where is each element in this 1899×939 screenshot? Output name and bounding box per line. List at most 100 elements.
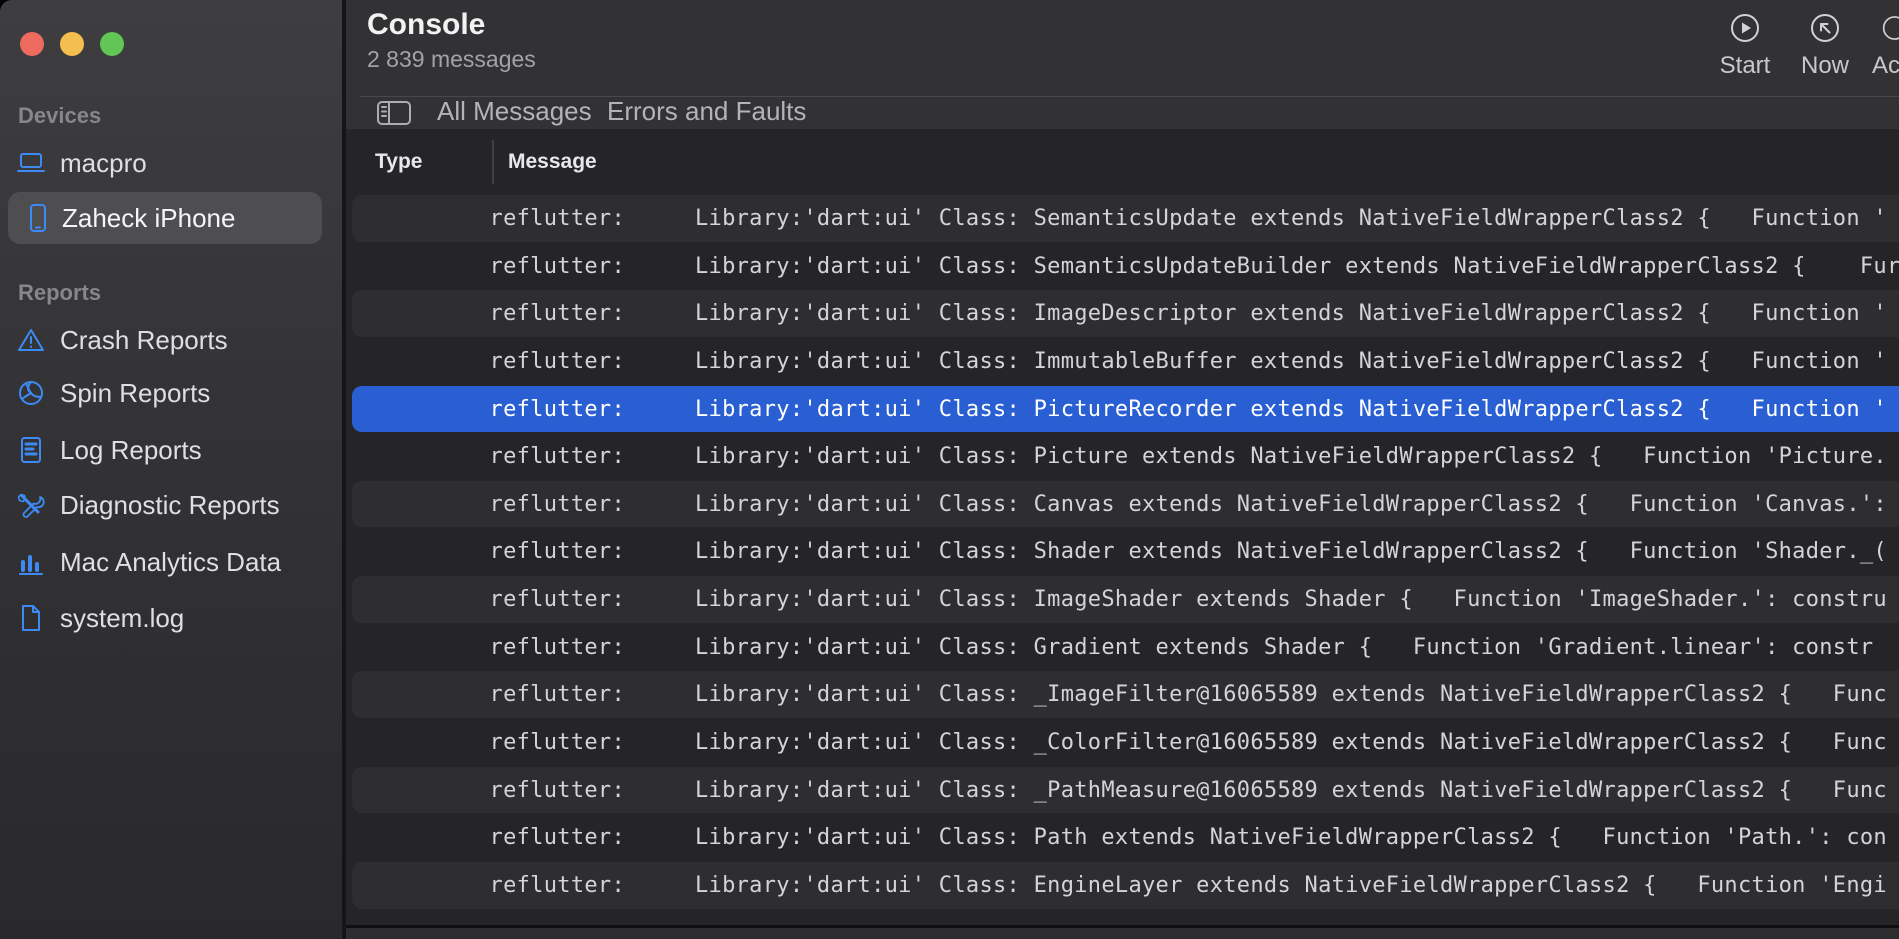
sidebar-section-reports: Reports xyxy=(18,280,101,306)
start-button-label: Start xyxy=(1700,52,1790,80)
row-message: Library:'dart:ui' Class: Path extends Na… xyxy=(695,814,1899,862)
main-area: Console 2 839 messages Start Now xyxy=(346,0,1899,939)
table-row[interactable]: reflutter: Library:'dart:ui' Class: Seman… xyxy=(346,195,1899,243)
close-window-button[interactable] xyxy=(20,32,44,56)
row-process: reflutter: xyxy=(476,195,625,243)
column-header-message[interactable]: Message xyxy=(508,129,597,195)
sidebar-item-label: Spin Reports xyxy=(60,378,210,409)
row-message: Library:'dart:ui' Class: ImmutableBuffer… xyxy=(695,338,1899,386)
row-process: reflutter: xyxy=(476,528,625,576)
sidebar-item-label: macpro xyxy=(60,148,147,179)
row-process: reflutter: xyxy=(476,624,625,672)
play-circle-icon xyxy=(1700,12,1790,44)
row-message: Library:'dart:ui' Class: EngineLayer ext… xyxy=(695,862,1899,910)
sidebar-item-label: Mac Analytics Data xyxy=(60,547,281,578)
row-process: reflutter: xyxy=(476,814,625,862)
start-button[interactable]: Start xyxy=(1700,12,1790,80)
minimize-window-button[interactable] xyxy=(60,32,84,56)
window-controls xyxy=(20,32,124,56)
activities-button-label: Ac xyxy=(1870,52,1899,80)
row-process: reflutter: xyxy=(476,338,625,386)
console-window: Devices macpro Zaheck iPhone Reports Cra… xyxy=(0,0,1899,939)
activities-button-clipped[interactable]: Ac xyxy=(1870,12,1899,80)
bar-chart-icon xyxy=(17,548,45,576)
sidebar-item-system-log[interactable]: system.log xyxy=(0,596,342,640)
file-icon xyxy=(17,604,45,632)
message-count: 2 839 messages xyxy=(367,46,536,73)
laptop-icon xyxy=(17,149,45,177)
table-row[interactable]: reflutter: Library:'dart:ui' Class: _Imag… xyxy=(346,671,1899,719)
row-message: Library:'dart:ui' Class: _PathMeasure@16… xyxy=(695,767,1899,815)
column-resize-handle[interactable] xyxy=(492,140,494,184)
tab-all-messages[interactable]: All Messages xyxy=(437,97,592,128)
now-button-label: Now xyxy=(1780,52,1870,80)
sidebar-item-diagnostic-reports[interactable]: Diagnostic Reports xyxy=(0,483,342,527)
sidebar-item-zaheck-iphone[interactable]: Zaheck iPhone xyxy=(8,192,322,244)
row-message: Library:'dart:ui' Class: _ImageFilter@16… xyxy=(695,671,1899,719)
sidebar-item-crash-reports[interactable]: Crash Reports xyxy=(0,318,342,362)
row-process: reflutter: xyxy=(476,481,625,529)
pinwheel-icon xyxy=(17,379,45,407)
sidebar-item-label: Crash Reports xyxy=(60,325,228,356)
row-process: reflutter: xyxy=(476,767,625,815)
clipped-circle-icon xyxy=(1870,12,1899,44)
tab-errors-and-faults[interactable]: Errors and Faults xyxy=(607,97,806,128)
bottom-pane xyxy=(346,928,1899,939)
row-message: Library:'dart:ui' Class: SemanticsUpdate… xyxy=(695,195,1899,243)
row-process: reflutter: xyxy=(476,290,625,338)
iphone-icon xyxy=(24,204,52,232)
table-row[interactable]: reflutter: Library:'dart:ui' Class: Pictu… xyxy=(346,433,1899,481)
sidebar-item-label: system.log xyxy=(60,603,184,634)
sidebar-item-macpro[interactable]: macpro xyxy=(0,141,342,185)
page-title: Console xyxy=(367,8,485,42)
row-process: reflutter: xyxy=(476,671,625,719)
sidebar: Devices macpro Zaheck iPhone Reports Cra… xyxy=(0,0,342,939)
row-process: reflutter: xyxy=(476,433,625,481)
table-row-selected[interactable]: reflutter: Library:'dart:ui' Class: Pictu… xyxy=(346,386,1899,434)
row-process: reflutter: xyxy=(476,386,625,434)
row-process: reflutter: xyxy=(476,862,625,910)
row-process: reflutter: xyxy=(476,719,625,767)
table-row[interactable]: reflutter: Library:'dart:ui' Class: Image… xyxy=(346,576,1899,624)
sidebar-section-devices: Devices xyxy=(18,103,101,129)
now-button[interactable]: Now xyxy=(1780,12,1870,80)
table-row[interactable]: reflutter: Library:'dart:ui' Class: Image… xyxy=(346,290,1899,338)
row-message: Library:'dart:ui' Class: ImageDescriptor… xyxy=(695,290,1899,338)
table-rows: reflutter: Library:'dart:ui' Class: Seman… xyxy=(346,195,1899,910)
row-message: Library:'dart:ui' Class: Canvas extends … xyxy=(695,481,1899,529)
sidebar-item-log-reports[interactable]: Log Reports xyxy=(0,428,342,472)
zoom-window-button[interactable] xyxy=(100,32,124,56)
row-process: reflutter: xyxy=(476,576,625,624)
table-row[interactable]: reflutter: Library:'dart:ui' Class: Gradi… xyxy=(346,624,1899,672)
column-header-type[interactable]: Type xyxy=(375,129,422,195)
sidebar-item-label: Diagnostic Reports xyxy=(60,490,280,521)
sidebar-item-label: Zaheck iPhone xyxy=(62,203,235,234)
filter-bar: All Messages Errors and Faults xyxy=(346,97,1899,128)
log-document-icon xyxy=(17,436,45,464)
log-table: Type Message reflutter: Library:'dart:ui'… xyxy=(346,129,1899,925)
row-message: Library:'dart:ui' Class: _ColorFilter@16… xyxy=(695,719,1899,767)
table-row[interactable]: reflutter: Library:'dart:ui' Class: _Colo… xyxy=(346,719,1899,767)
sidebar-toggle-icon[interactable] xyxy=(376,100,412,131)
row-message: Library:'dart:ui' Class: ImageShader ext… xyxy=(695,576,1899,624)
row-message: Library:'dart:ui' Class: PictureRecorder… xyxy=(695,386,1899,434)
table-row[interactable]: reflutter: Library:'dart:ui' Class: Seman… xyxy=(346,243,1899,291)
row-process: reflutter: xyxy=(476,243,625,291)
row-message: Library:'dart:ui' Class: Shader extends … xyxy=(695,528,1899,576)
table-row[interactable]: reflutter: Library:'dart:ui' Class: _Path… xyxy=(346,767,1899,815)
row-message: Library:'dart:ui' Class: Picture extends… xyxy=(695,433,1899,481)
header: Console 2 839 messages Start Now xyxy=(346,0,1899,97)
table-row[interactable]: reflutter: Library:'dart:ui' Class: Shade… xyxy=(346,528,1899,576)
sidebar-item-spin-reports[interactable]: Spin Reports xyxy=(0,371,342,415)
wrench-screwdriver-icon xyxy=(17,491,45,519)
arrow-up-left-circle-icon xyxy=(1780,12,1870,44)
table-row[interactable]: reflutter: Library:'dart:ui' Class: Immut… xyxy=(346,338,1899,386)
table-row[interactable]: reflutter: Library:'dart:ui' Class: Path … xyxy=(346,814,1899,862)
row-message: Library:'dart:ui' Class: Gradient extend… xyxy=(695,624,1899,672)
table-row[interactable]: reflutter: Library:'dart:ui' Class: Canva… xyxy=(346,481,1899,529)
table-row[interactable]: reflutter: Library:'dart:ui' Class: Engin… xyxy=(346,862,1899,910)
sidebar-item-mac-analytics-data[interactable]: Mac Analytics Data xyxy=(0,540,342,584)
row-message: Library:'dart:ui' Class: SemanticsUpdate… xyxy=(695,243,1899,291)
warning-triangle-icon xyxy=(17,326,45,354)
table-header: Type Message xyxy=(346,129,1899,195)
